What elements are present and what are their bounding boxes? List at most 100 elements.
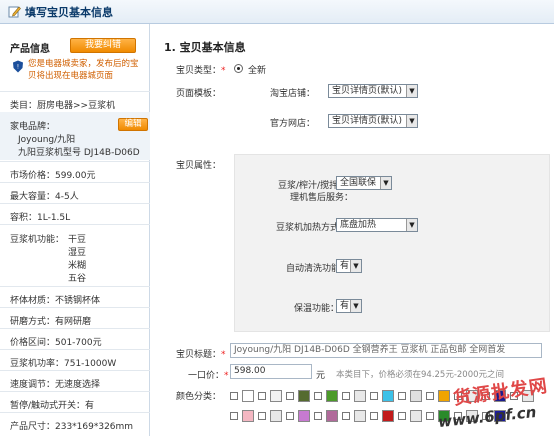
title-label: 宝贝标题：* [176,350,226,360]
product-info-panel: 产品信息 我要纠错 ! 您是电器城卖家，发布后的宝贝将出现在电器城页面 类目：厨… [0,24,150,436]
title-input[interactable]: Joyoung/九阳 DJ14B-D06D 全钢营养王 豆浆机 正品包邮 全网首… [230,343,542,358]
edit-brand-button[interactable]: 编辑 [118,118,148,131]
color-checkbox[interactable] [426,392,434,400]
after-sales-label-line2: 理机售后服务： [290,193,354,203]
chevron-down-icon: ▼ [380,177,391,189]
color-checkbox[interactable] [286,412,294,420]
divider [0,391,150,392]
color-swatch [242,390,254,402]
market-price: 市场价格：599.00元 [10,171,96,181]
color-checkbox[interactable] [342,392,350,400]
volume: 容积：1L-1.5L [10,213,71,223]
page-title: 填写宝贝基本信息 [25,5,113,19]
color-checkbox[interactable] [426,412,434,420]
taobao-store-label: 淘宝店铺： [270,89,316,99]
color-swatch [298,390,310,402]
divider [0,224,150,225]
section-title: 1. 宝贝基本信息 [164,41,246,54]
color-swatch [354,410,366,422]
color-checkbox[interactable] [258,392,266,400]
color-label: 颜色分类： [176,392,222,402]
official-store-label: 官方网店： [270,119,316,129]
power: 豆浆机功率：751-1000W [10,359,117,369]
price-unit: 元 [316,371,326,381]
official-template-select[interactable]: 宝贝详情页(默认) ▼ [328,114,418,128]
keep-warm-select[interactable]: 有 ▼ [336,299,362,313]
brand-value: Joyoung/九阳 [18,135,76,145]
divider [0,370,150,371]
color-checkbox[interactable] [258,412,266,420]
divider [0,412,150,413]
color-swatch [242,410,254,422]
divider [0,349,150,350]
pause-switch: 暂停/触动式开关：有 [10,401,95,411]
page-header: 填写宝贝基本信息 [0,0,554,24]
template-label: 页面模板： [176,89,222,99]
chevron-down-icon: ▼ [406,219,417,231]
color-checkbox[interactable] [398,412,406,420]
color-checkbox[interactable] [370,392,378,400]
color-checkbox[interactable] [314,392,322,400]
keep-warm-label: 保温功能： [294,304,340,314]
color-checkbox[interactable] [314,412,322,420]
item-type-label: 宝贝类型：* [176,66,226,76]
divider [0,307,150,308]
function-item: 干豆 [68,235,87,245]
divider [0,286,150,287]
taobao-template-select[interactable]: 宝贝详情页(默认) ▼ [328,84,418,98]
color-checkbox[interactable] [286,392,294,400]
product-size: 产品尺寸：233*169*326mm [10,422,134,432]
color-checkbox[interactable] [370,412,378,420]
divider [0,328,150,329]
price-range: 价格区间：501-700元 [10,338,102,348]
grind-method: 研磨方式：有网研磨 [10,317,92,327]
function-item: 湿豆 [68,248,87,258]
heating-select[interactable]: 底盘加热 ▼ [336,218,418,232]
color-swatch [326,390,338,402]
color-swatch [382,390,394,402]
function-item: 米糊 [68,261,87,271]
price-hint: 本类目下，价格必须在94.25元-2000元之间 [336,370,505,380]
report-error-button[interactable]: 我要纠错 [70,38,136,53]
color-checkbox[interactable] [398,392,406,400]
item-type-radio-new[interactable] [234,64,243,73]
color-swatch [326,410,338,422]
svg-text:!: ! [17,64,19,71]
color-swatch [298,410,310,422]
color-swatch [270,390,282,402]
color-checkbox[interactable] [230,392,238,400]
price-label: 一口价：* [188,371,229,381]
function-item: 五谷 [68,274,87,284]
functions-label: 豆浆机功能： [10,235,65,245]
color-checkbox[interactable] [230,412,238,420]
edit-pencil-icon [8,6,21,18]
attributes-label: 宝贝属性： [176,161,222,171]
max-capacity: 最大容量：4-5人 [10,192,79,202]
divider [0,182,150,183]
category-text: 类目：厨房电器>>豆浆机 [10,101,116,111]
item-type-value: 全新 [248,66,267,76]
color-swatch [438,390,450,402]
brand-label: 家电品牌： [10,122,56,132]
color-swatch [270,410,282,422]
mall-notice: ! 您是电器城卖家，发布后的宝贝将出现在电器城页面 [10,58,146,82]
product-info-title: 产品信息 [10,44,50,55]
after-sales-select[interactable]: 全国联保 ▼ [336,176,392,190]
divider [0,203,150,204]
mall-notice-text: 您是电器城卖家，发布后的宝贝将出现在电器城页面 [28,59,139,81]
shield-icon: ! [13,60,23,73]
price-input[interactable]: 598.00 [230,364,312,379]
auto-clean-select[interactable]: 有 ▼ [336,259,362,273]
color-checkbox[interactable] [342,412,350,420]
basic-info-form: 1. 宝贝基本信息 宝贝类型：* 全新 页面模板： 淘宝店铺： 宝贝详情页(默认… [150,24,554,436]
divider [0,91,150,92]
cup-material: 杯体材质：不锈钢杯体 [10,296,101,306]
chevron-down-icon: ▼ [406,115,417,127]
model-value: 九阳豆浆机型号 DJ14B-D06D [18,148,140,158]
color-swatch [382,410,394,422]
color-swatch [410,410,422,422]
chevron-down-icon: ▼ [350,260,361,272]
watermark-url: www.6pf.cn [436,402,537,432]
chevron-down-icon: ▼ [406,85,417,97]
color-swatch [354,390,366,402]
